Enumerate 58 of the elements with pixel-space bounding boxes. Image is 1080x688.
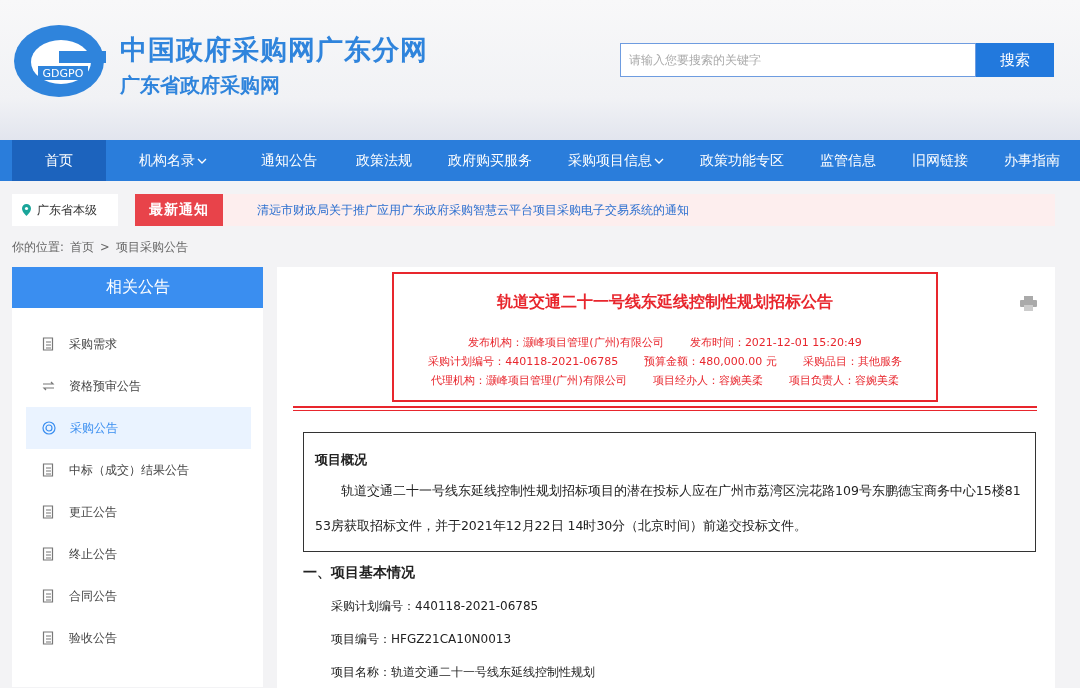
nav-item[interactable]: 采购项目信息 [550,140,682,181]
meta-text: 发布时间：2021-12-01 15:20:49 [689,335,862,350]
document-icon [42,463,55,477]
caret-icon [654,157,664,164]
breadcrumb-item: > [99,240,110,255]
target-icon [42,421,56,435]
sidebar-item[interactable]: 终止公告 [26,533,251,575]
breadcrumb-item[interactable]: 项目采购公告 [115,240,188,255]
nav-item[interactable]: 政府购买服务 [430,140,550,181]
printer-icon[interactable] [1020,296,1037,311]
sidebar-item[interactable]: 采购公告 [26,407,251,449]
sidebar-item[interactable]: 更正公告 [26,491,251,533]
nav-item[interactable]: 旧网链接 [894,140,986,181]
meta-text: 预算金额：480,000.00 元 [644,354,777,369]
site-title: 中国政府采购网广东分网 [120,33,428,67]
sidebar-title: 相关公告 [12,267,263,308]
site-subtitle: 广东省政府采购网 [120,72,281,99]
meta-text: 采购品目：其他服务 [802,354,902,369]
summary-title: 项目概况 [315,451,368,469]
breadcrumb-item[interactable]: 首页 [69,240,94,255]
section-title: 一、项目基本情况 [303,564,416,582]
nav-item[interactable]: 政策功能专区 [682,140,802,181]
notice-badge: 最新通知 [135,194,223,226]
nav-item[interactable]: 首页 [12,140,106,181]
meta-text: 项目负责人：容婉美柔 [788,373,899,388]
info-line: 采购计划编号：440118-2021-06785 [331,598,540,615]
document-icon [42,589,55,603]
sidebar-item[interactable]: 合同公告 [26,575,251,617]
nav-item[interactable]: 监管信息 [802,140,894,181]
article-title: 轨道交通二十一号线东延线控制性规划招标公告 [497,292,833,313]
notice-link[interactable]: 清远市财政局关于推广应用广东政府采购智慧云平台项目采购电子交易系统的通知 [257,202,689,218]
meta-text: 项目经办人：容婉美柔 [652,373,763,388]
nav-item[interactable]: 机构名录 [106,140,240,181]
sidebar-item[interactable]: 资格预审公告 [26,365,251,407]
document-icon [42,547,55,561]
meta-text: 采购计划编号：440118-2021-06785 [428,354,619,369]
meta-text: 发布机构：灏峰项目管理(广州)有限公司 [468,335,664,350]
summary-text: 轨道交通二十一号线东延线控制性规划招标项目的潜在投标人应在广州市荔湾区浣花路109号东鹏德宝商务中心15楼8153房获取招标文件，并于2021年12月22日 14时30分（北京时间）前递交投标文件。 [315,482,1022,535]
region-selector[interactable]: 广东省本级 [12,194,118,226]
sidebar-item[interactable]: 验收公告 [26,617,251,659]
search-field[interactable]: 请输入您要搜索的关键字 [620,43,976,77]
sidebar-item[interactable]: 采购需求 [26,323,251,365]
location-pin-icon [22,204,31,216]
nav-item[interactable]: 政策法规 [338,140,430,181]
breadcrumb-label: 你的位置: [12,240,64,255]
document-icon [42,631,55,645]
info-line: 项目编号：HFGZ21CA10N0013 [331,631,513,648]
meta-text: 代理机构：灏峰项目管理(广州)有限公司 [431,373,627,388]
sidebar-item[interactable]: 中标（成交）结果公告 [26,449,251,491]
nav-item[interactable]: 通知公告 [240,140,338,181]
caret-icon [197,157,207,164]
site-logo: GDGPO [12,24,106,98]
search-button[interactable]: 搜索 [976,43,1054,77]
swap-arrows-icon [42,380,55,392]
document-icon [42,505,55,519]
document-icon [42,337,55,351]
nav-item[interactable]: 办事指南 [986,140,1078,181]
info-line: 项目名称：轨道交通二十一号线东延线控制性规划 [331,664,596,681]
